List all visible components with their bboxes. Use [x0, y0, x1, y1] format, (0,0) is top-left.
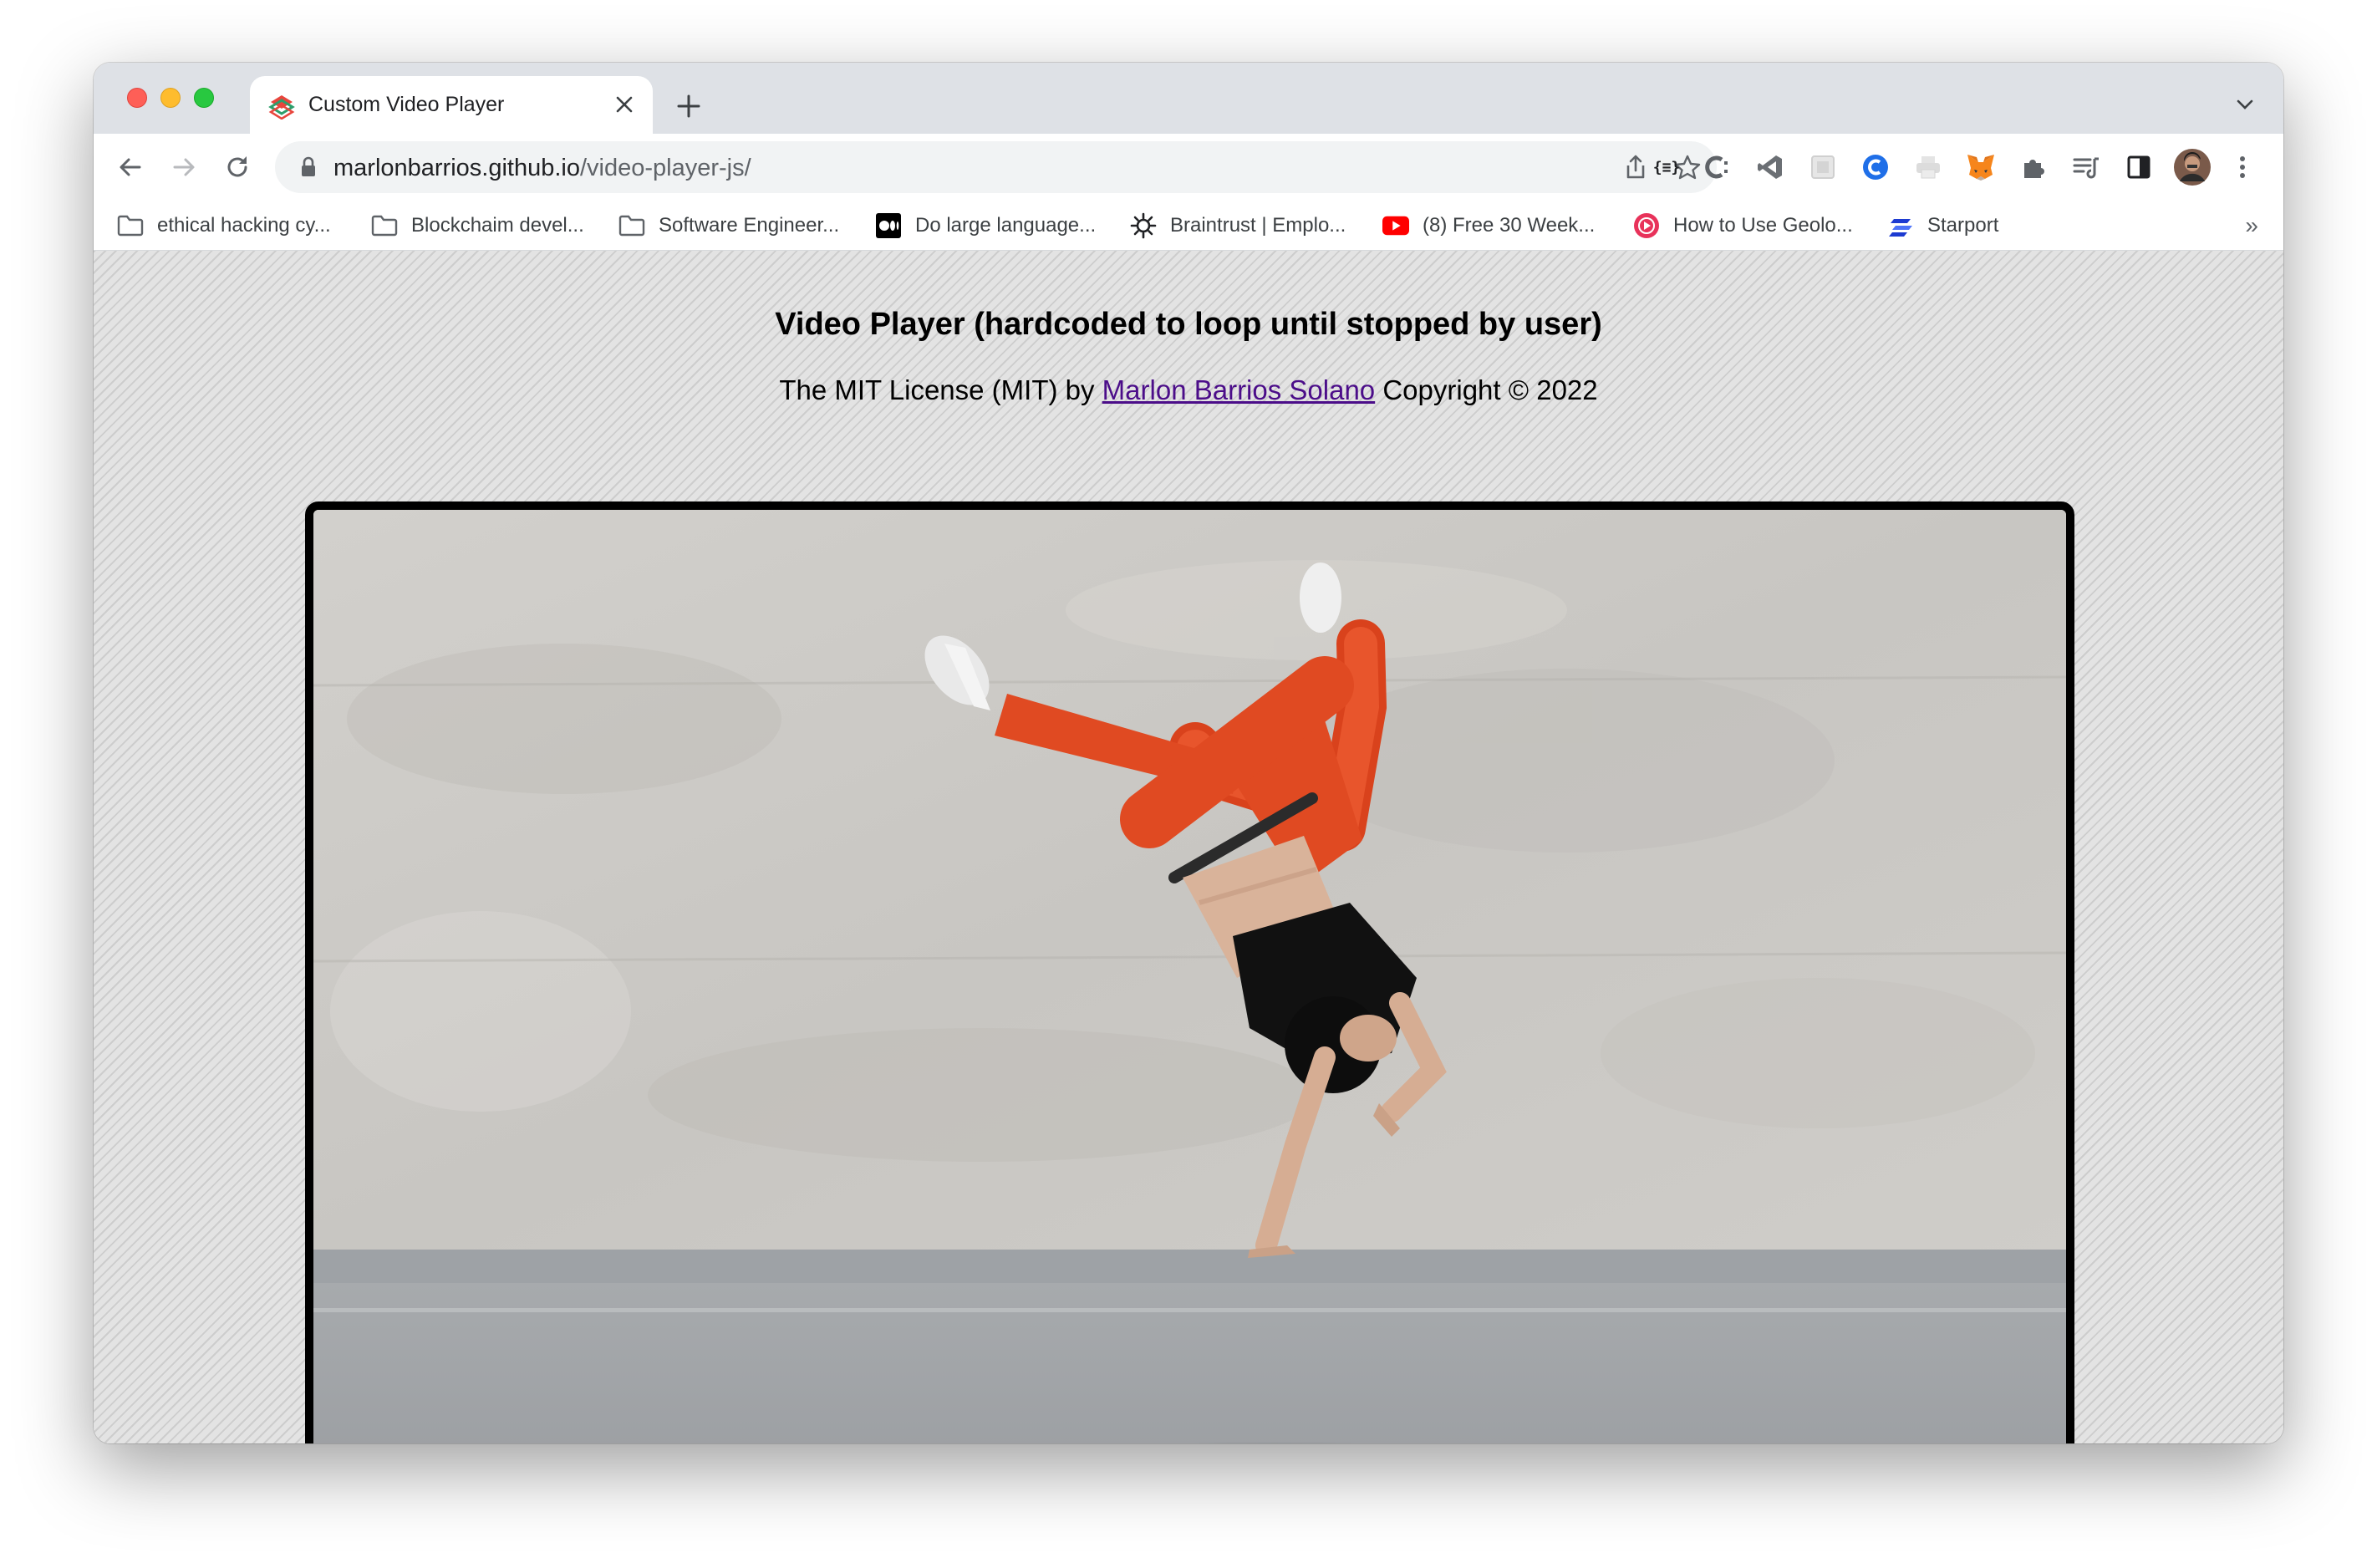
medium-icon	[875, 212, 902, 239]
video-frame-image	[313, 510, 2066, 1443]
printer-extension-icon[interactable]	[1911, 150, 1945, 184]
bookmarks-overflow-button[interactable]: »	[2245, 212, 2258, 239]
author-link[interactable]: Marlon Barrios Solano	[1102, 374, 1376, 405]
bookmark-blockchain[interactable]: Blockchaim devel...	[371, 211, 584, 241]
bookmark-label: Blockchaim devel...	[411, 214, 584, 237]
bookmark-label: How to Use Geolo...	[1673, 214, 1853, 237]
side-panel-icon[interactable]	[2122, 150, 2156, 184]
back-arrow-icon[interactable]	[110, 147, 150, 187]
folder-icon	[371, 212, 398, 239]
maximize-window-button[interactable]	[194, 88, 214, 108]
video-player[interactable]	[305, 501, 2074, 1443]
bookmark-braintrust[interactable]: Braintrust | Emplo...	[1130, 211, 1346, 241]
bookmark-large-language[interactable]: Do large language...	[875, 211, 1096, 241]
browser-toolbar: marlonbarrios.github.io/video-player-js/…	[94, 134, 2283, 201]
close-tab-icon[interactable]	[611, 91, 638, 118]
bookmark-label: (8) Free 30 Week...	[1423, 214, 1596, 237]
braintrust-icon	[1130, 212, 1157, 239]
profile-avatar[interactable]	[2173, 148, 2212, 186]
close-window-button[interactable]	[127, 88, 147, 108]
bookmark-label: Do large language...	[915, 214, 1097, 237]
license-suffix: Copyright © 2022	[1375, 374, 1598, 405]
minimize-window-button[interactable]	[160, 88, 181, 108]
bookmark-label: ethical hacking cy...	[157, 214, 331, 237]
page-title: Video Player (hardcoded to loop until st…	[775, 307, 1602, 342]
bookmark-free-30-week[interactable]: (8) Free 30 Week...	[1382, 211, 1595, 241]
tab-title: Custom Video Player	[308, 93, 505, 116]
license-prefix: The MIT License (MIT) by	[779, 374, 1102, 405]
tab-strip: Custom Video Player	[94, 63, 2283, 134]
browser-window: Custom Video Player marlonbarrios.github…	[94, 63, 2283, 1443]
forward-arrow-icon[interactable]	[164, 147, 204, 187]
bookmark-software-engineer[interactable]: Software Engineer...	[618, 211, 839, 241]
folder-icon	[618, 212, 645, 239]
circle-play-icon	[1633, 212, 1660, 239]
css-peeper-extension-icon[interactable]	[1701, 150, 1734, 184]
new-tab-button[interactable]	[670, 88, 707, 125]
chevron-down-icon[interactable]	[2228, 88, 2262, 121]
bookmarks-bar: ethical hacking cy... Blockchaim devel..…	[94, 201, 2283, 251]
reload-icon[interactable]	[217, 147, 257, 187]
youtube-icon	[1382, 212, 1409, 239]
bookmark-ethical-hacking[interactable]: ethical hacking cy...	[117, 211, 331, 241]
metamask-fox-icon[interactable]	[1964, 150, 1998, 184]
puzzle-extensions-icon[interactable]	[2017, 150, 2050, 184]
copyleaks-extension-icon[interactable]	[1859, 150, 1892, 184]
bookmark-label: Starport	[1927, 214, 1999, 237]
site-favicon-icon	[268, 93, 295, 120]
address-bar[interactable]: marlonbarrios.github.io/video-player-js/	[275, 141, 1717, 193]
share-icon[interactable]	[1621, 153, 1650, 181]
kebab-menu-icon[interactable]	[2226, 150, 2259, 184]
folder-icon	[117, 212, 144, 239]
tab-custom-video-player[interactable]: Custom Video Player	[250, 76, 653, 134]
page-content: Video Player (hardcoded to loop until st…	[94, 251, 2283, 1443]
bookmark-geolocation[interactable]: How to Use Geolo...	[1633, 211, 1853, 241]
bookmark-starport[interactable]: Starport	[1887, 211, 1998, 241]
license-line: The MIT License (MIT) by Marlon Barrios …	[94, 374, 2283, 406]
url-text[interactable]: marlonbarrios.github.io/video-player-js/	[333, 155, 751, 182]
grayscale-extension-icon[interactable]	[1806, 150, 1840, 184]
json-viewer-extension-icon[interactable]: {≡}	[1650, 150, 1683, 184]
reading-list-icon[interactable]	[2069, 150, 2103, 184]
bookmark-label: Software Engineer...	[659, 214, 840, 237]
lock-icon[interactable]	[300, 156, 317, 182]
starport-icon	[1887, 212, 1914, 239]
vscode-extension-icon[interactable]	[1753, 150, 1787, 184]
bookmark-label: Braintrust | Emplo...	[1170, 214, 1346, 237]
